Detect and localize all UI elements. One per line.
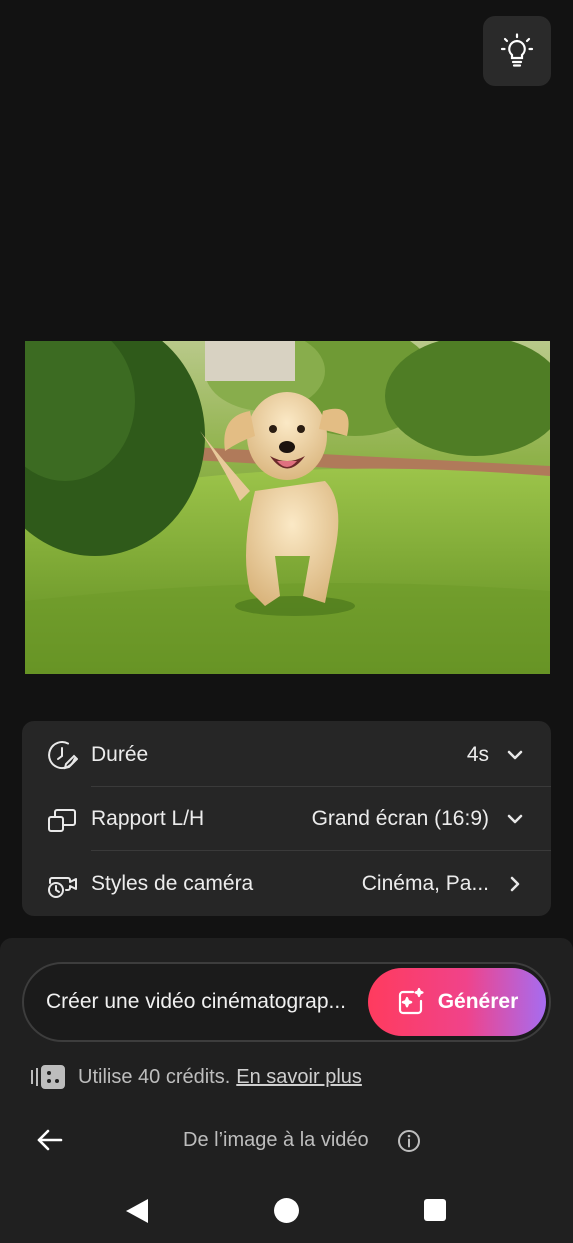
chevron-down-icon [505, 745, 525, 765]
screen-nav: De l’image à la vidéo [0, 1120, 573, 1160]
credits-text: Utilise 40 crédits. [78, 1065, 231, 1088]
info-button[interactable] [397, 1129, 421, 1153]
screen-title: De l’image à la vidéo [183, 1129, 369, 1151]
duration-row[interactable]: Durée 4s [22, 723, 551, 787]
idea-button[interactable] [483, 16, 551, 86]
camera-style-icon [46, 868, 78, 900]
info-icon [398, 1130, 420, 1152]
generation-settings: Durée 4s Rapport L/H Grand écran (16:9) [22, 721, 551, 916]
system-navigation [0, 1178, 573, 1243]
clock-edit-icon [46, 739, 79, 771]
sparkle-image-icon [398, 987, 424, 1015]
divider [91, 850, 551, 851]
generate-button[interactable]: Générer [368, 968, 546, 1036]
aspect-ratio-icon [46, 803, 78, 835]
aspect-ratio-row[interactable]: Rapport L/H Grand écran (16:9) [22, 787, 551, 851]
recents-square-icon[interactable] [424, 1199, 446, 1221]
arrow-left-icon [37, 1129, 63, 1151]
camera-styles-label: Styles de caméra [91, 872, 254, 895]
chevron-down-icon [505, 809, 525, 829]
aspect-ratio-value: Grand écran (16:9) [311, 807, 489, 830]
credits-icon [31, 1065, 65, 1089]
back-button[interactable] [36, 1127, 64, 1153]
credits-info: Utilise 40 crédits. En savoir plus [30, 1063, 362, 1091]
camera-styles-row[interactable]: Styles de caméra Cinéma, Pa... [22, 852, 551, 916]
home-circle-icon[interactable] [274, 1198, 299, 1223]
duration-label: Durée [91, 743, 149, 766]
learn-more-link[interactable]: En savoir plus [236, 1066, 362, 1089]
prompt-input[interactable]: Créer une vidéo cinématograp... Générer [22, 962, 551, 1042]
prompt-text[interactable]: Créer une vidéo cinématograp... [46, 990, 366, 1014]
generate-label: Générer [437, 990, 519, 1013]
duration-value: 4s [466, 743, 489, 766]
camera-styles-value: Cinéma, Pa... [361, 872, 489, 895]
chevron-right-icon [505, 874, 525, 894]
source-image [25, 341, 550, 674]
aspect-ratio-label: Rapport L/H [91, 807, 205, 830]
back-triangle-icon[interactable] [124, 1197, 150, 1225]
lightbulb-icon [500, 33, 534, 67]
